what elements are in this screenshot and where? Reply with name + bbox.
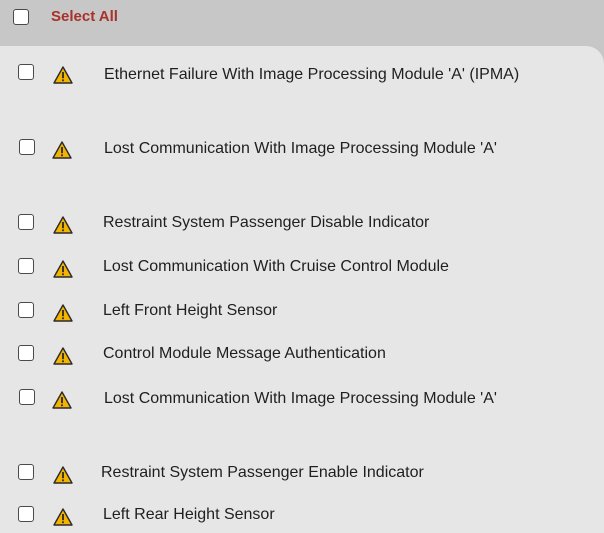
list-item: Lost Communication With Image Processing… [0, 386, 604, 446]
item-checkbox[interactable] [18, 258, 34, 274]
list-item: Control Module Message Authentication [0, 341, 604, 371]
select-all-checkbox[interactable] [13, 9, 29, 25]
warning-icon [53, 66, 73, 84]
warning-icon [52, 391, 72, 409]
item-label: Left Rear Height Sensor [103, 506, 275, 523]
item-checkbox[interactable] [18, 64, 34, 80]
item-label: Lost Communication With Image Processing… [104, 390, 497, 407]
select-all-label[interactable]: Select All [51, 7, 118, 27]
item-label: Lost Communication With Cruise Control M… [103, 258, 449, 275]
list-item: Lost Communication With Image Processing… [0, 136, 604, 196]
warning-icon [53, 508, 73, 526]
list-item: Restraint System Passenger Enable Indica… [0, 460, 604, 490]
warning-icon [53, 216, 73, 234]
warning-icon [53, 260, 73, 278]
warning-icon [53, 347, 73, 365]
item-checkbox[interactable] [18, 464, 34, 480]
select-all-header: Select All [0, 0, 604, 46]
item-label: Restraint System Passenger Enable Indica… [101, 464, 424, 481]
fault-list-window: Select All Ethernet Failure With Image P… [0, 0, 604, 533]
list-item: Left Front Height Sensor [0, 298, 604, 328]
item-checkbox[interactable] [18, 302, 34, 318]
list-item: Lost Communication With Cruise Control M… [0, 254, 604, 284]
item-label: Control Module Message Authentication [103, 345, 386, 362]
warning-icon [52, 141, 72, 159]
fault-list-panel: Ethernet Failure With Image Processing M… [0, 46, 604, 533]
item-checkbox[interactable] [18, 345, 34, 361]
item-checkbox[interactable] [19, 389, 35, 405]
list-item: Ethernet Failure With Image Processing M… [0, 60, 604, 120]
list-item: Left Rear Height Sensor [0, 502, 604, 532]
warning-icon [53, 304, 73, 322]
item-label: Lost Communication With Image Processing… [104, 140, 497, 157]
item-label: Left Front Height Sensor [103, 302, 278, 319]
item-checkbox[interactable] [18, 506, 34, 522]
item-checkbox[interactable] [19, 139, 35, 155]
item-checkbox[interactable] [18, 214, 34, 230]
item-label: Ethernet Failure With Image Processing M… [104, 66, 520, 83]
list-item: Restraint System Passenger Disable Indic… [0, 210, 604, 240]
item-label: Restraint System Passenger Disable Indic… [103, 214, 430, 231]
warning-icon [53, 466, 73, 484]
